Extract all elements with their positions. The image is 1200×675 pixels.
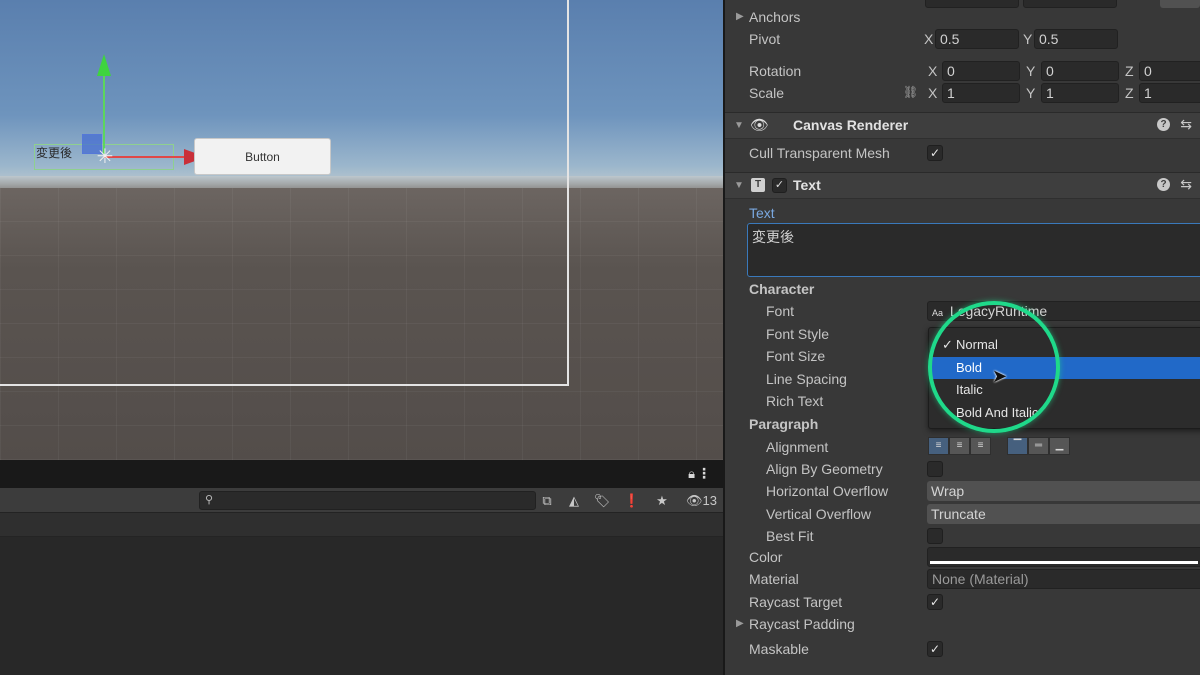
- scale-x-field[interactable]: 1: [942, 83, 1020, 103]
- scene-text-object[interactable]: 変更後: [36, 144, 72, 161]
- pivot-icon[interactable]: ✳: [94, 146, 116, 168]
- favorites-star-icon[interactable]: ★: [651, 491, 673, 510]
- hierarchy-panel: 🔒︎ ⋮ ⚲ ⧉ ◭ 🏷︎ ❗ ★ 👁︎13: [0, 460, 723, 675]
- rotation-x-field[interactable]: 0: [942, 61, 1020, 81]
- hidden-packages-count[interactable]: 👁︎13: [686, 491, 717, 510]
- eye-icon: 👁︎: [750, 117, 770, 134]
- rotation-z-field[interactable]: 0: [1139, 61, 1200, 81]
- align-by-geometry-checkbox[interactable]: [927, 461, 943, 477]
- canvas-bounds: [0, 0, 569, 386]
- align-middle-button[interactable]: ═: [1028, 437, 1049, 455]
- align-bottom-button[interactable]: ▁: [1049, 437, 1070, 455]
- search-icon: ⚲: [205, 494, 214, 506]
- text-value-textarea[interactable]: 変更後: [747, 223, 1200, 277]
- maskable-row: Maskable ✓: [725, 639, 1200, 661]
- pivot-x-field[interactable]: 0.5: [935, 29, 1019, 49]
- panel-tab-bar: 🔒︎ ⋮: [0, 460, 723, 488]
- move-gizmo-x-axis[interactable]: [104, 156, 186, 158]
- horizontal-overflow-dropdown[interactable]: Wrap: [927, 481, 1200, 501]
- scene-view[interactable]: 変更後 ✳ Button: [0, 0, 723, 460]
- best-fit-row: Best Fit: [725, 526, 1200, 548]
- rotation-row: Rotation X 0 Y 0 Z 0: [725, 61, 1200, 83]
- cull-transparent-mesh-checkbox[interactable]: ✓: [927, 145, 943, 161]
- text-component-icon: T: [751, 178, 765, 192]
- presets-icon[interactable]: ⇆: [1180, 116, 1192, 133]
- canvas-renderer-header[interactable]: ▼ 👁︎ Canvas Renderer ? ⇆: [725, 112, 1200, 139]
- lock-icon[interactable]: 🔒︎: [688, 466, 695, 482]
- align-by-geometry-row: Align By Geometry: [725, 459, 1200, 481]
- align-center-button[interactable]: ≡: [949, 437, 970, 455]
- character-section: Character: [749, 281, 815, 297]
- anchors-row[interactable]: ▶ Anchors: [725, 7, 1200, 29]
- move-gizmo-y-axis[interactable]: [103, 64, 105, 154]
- pivot-row: Pivot X 0.5 Y 0.5: [725, 29, 1200, 51]
- collapse-arrow-icon[interactable]: ▼: [734, 180, 744, 191]
- help-icon[interactable]: ?: [1157, 178, 1170, 191]
- search-input[interactable]: [220, 493, 530, 508]
- search-box[interactable]: ⚲: [199, 491, 536, 510]
- color-field[interactable]: [927, 547, 1200, 567]
- vertical-overflow-dropdown[interactable]: Truncate: [927, 504, 1200, 524]
- scale-z-field[interactable]: 1: [1139, 83, 1200, 103]
- filter-by-type-icon[interactable]: ◭: [563, 491, 585, 510]
- maskable-checkbox[interactable]: ✓: [927, 641, 943, 657]
- alignment-row: Alignment ≡ ≡ ≡ ▔ ═ ▁: [725, 437, 1200, 459]
- help-icon[interactable]: ?: [1157, 118, 1170, 131]
- cull-transparent-mesh-row: Cull Transparent Mesh ✓: [725, 143, 1200, 165]
- scale-row: Scale ⛓︎ X 1 Y 1 Z 1: [725, 83, 1200, 105]
- presets-icon[interactable]: ⇆: [1180, 176, 1192, 193]
- font-asset-icon: Aa: [932, 308, 944, 318]
- filter-by-label-icon[interactable]: 🏷︎: [591, 491, 613, 510]
- text-label-row: Text: [749, 205, 775, 221]
- vertical-overflow-row: Vertical Overflow Truncate: [725, 504, 1200, 526]
- foldout-arrow-icon[interactable]: ▶: [736, 11, 744, 22]
- list-item[interactable]: [0, 513, 723, 537]
- panel-toolbar: ⚲ ⧉ ◭ 🏷︎ ❗ ★ 👁︎13: [0, 488, 723, 513]
- component-enabled-checkbox[interactable]: ✓: [772, 178, 787, 193]
- mouse-cursor-icon: ➤: [992, 366, 1008, 386]
- move-gizmo-y-arrow[interactable]: [97, 54, 111, 76]
- raycast-padding-row[interactable]: ▶ Raycast Padding: [725, 614, 1200, 636]
- collapse-arrow-icon[interactable]: ▼: [734, 120, 744, 131]
- constrain-proportions-link-icon[interactable]: ⛓︎: [903, 85, 918, 99]
- eye-icon: 👁︎: [686, 493, 703, 508]
- horizontal-overflow-row: Horizontal Overflow Wrap: [725, 481, 1200, 503]
- align-right-button[interactable]: ≡: [970, 437, 991, 455]
- raycast-target-checkbox[interactable]: ✓: [927, 594, 943, 610]
- raycast-target-row: Raycast Target ✓: [725, 592, 1200, 614]
- pivot-y-field[interactable]: 0.5: [1034, 29, 1118, 49]
- align-left-button[interactable]: ≡: [928, 437, 949, 455]
- align-top-button[interactable]: ▔: [1007, 437, 1028, 455]
- scale-y-field[interactable]: 1: [1041, 83, 1119, 103]
- scene-button-object[interactable]: Button: [194, 138, 331, 175]
- color-swatch: [930, 561, 1198, 564]
- rotation-y-field[interactable]: 0: [1041, 61, 1119, 81]
- material-object-field[interactable]: None (Material): [927, 569, 1200, 589]
- more-options-icon[interactable]: ⋮: [697, 465, 711, 482]
- foldout-arrow-icon[interactable]: ▶: [736, 618, 744, 629]
- best-fit-checkbox[interactable]: [927, 528, 943, 544]
- text-component-header[interactable]: ▼ T ✓ Text ? ⇆: [725, 172, 1200, 199]
- color-row: Color: [725, 547, 1200, 569]
- open-window-icon[interactable]: ⧉: [536, 491, 558, 510]
- material-row: Material None (Material): [725, 569, 1200, 591]
- log-issues-icon[interactable]: ❗: [621, 491, 643, 510]
